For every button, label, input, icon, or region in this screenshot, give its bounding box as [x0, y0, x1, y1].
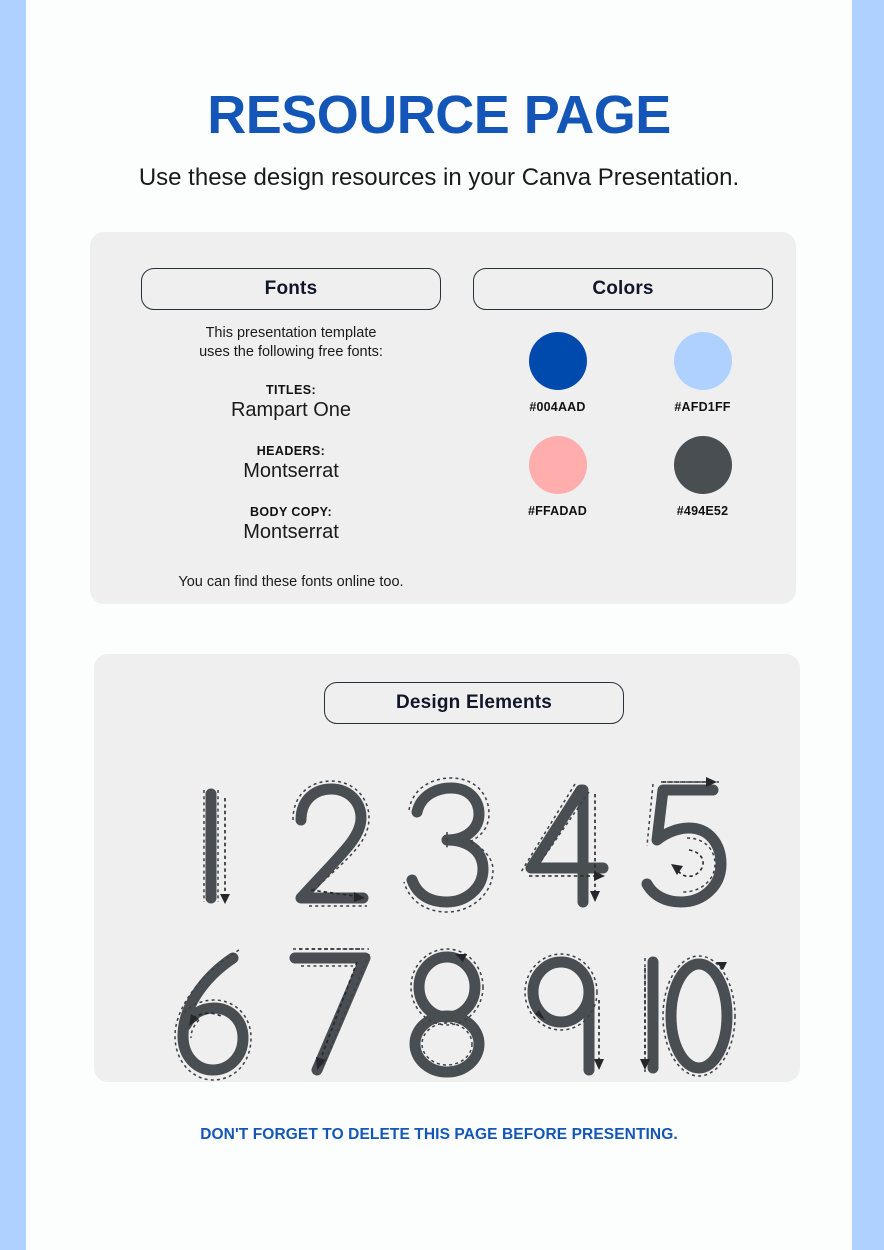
delete-page-reminder: DON'T FORGET TO DELETE THIS PAGE BEFORE … [200, 1126, 678, 1143]
color-swatch-label-3: #FFADAD [527, 504, 588, 518]
color-swatch-cell-4: #494E52 [630, 436, 775, 518]
fonts-intro-line-2: uses the following free fonts: [199, 343, 383, 360]
design-elements-heading-pill: Design Elements [324, 682, 624, 724]
tracing-numbers-row-2 [94, 922, 800, 1090]
color-swatch-label-1: #004AAD [529, 400, 586, 414]
font-value-body-copy: Montserrat [243, 521, 339, 544]
number-10-glyph[interactable] [631, 940, 736, 1090]
color-swatch-circle-1 [528, 332, 587, 390]
color-swatch-grid: #004AAD #AFD1FF #FFADAD #494E52 [485, 332, 775, 518]
color-swatch-label-4: #494E52 [676, 504, 729, 518]
fonts-intro-line-1: This presentation template [205, 325, 377, 341]
fonts-footnote: You can find these fonts online too. [178, 574, 404, 591]
left-edge-band [0, 0, 26, 1250]
number-4-glyph[interactable] [513, 772, 617, 922]
colors-heading-label: Colors [592, 278, 654, 299]
design-elements-heading-label: Design Elements [395, 692, 553, 713]
color-swatch-cell-3: #FFADAD [485, 436, 630, 518]
font-group-titles: TITLES: Rampart One [141, 383, 441, 422]
fonts-content: This presentation template uses the foll… [141, 324, 441, 590]
color-swatch-cell-2: #AFD1FF [630, 332, 775, 414]
fonts-heading-pill: Fonts [141, 268, 441, 310]
tracing-numbers-row-1 [94, 754, 800, 922]
number-7-glyph[interactable] [277, 940, 381, 1090]
tracing-numbers-group [94, 754, 800, 1090]
page-header: RESOURCE PAGE Use these design resources… [26, 88, 852, 193]
color-swatch-label-2: #AFD1FF [674, 400, 731, 414]
colors-heading-pill: Colors [473, 268, 773, 310]
color-swatch-circle-3 [528, 436, 587, 494]
fonts-intro: This presentation template uses the foll… [141, 324, 441, 361]
color-swatch-circle-2 [673, 332, 732, 390]
font-group-headers: HEADERS: Montserrat [141, 444, 441, 483]
font-value-headers: Montserrat [243, 460, 339, 483]
color-swatch-cell-1: #004AAD [485, 332, 630, 414]
number-9-glyph[interactable] [513, 940, 617, 1090]
design-elements-card: Design Elements [94, 654, 800, 1082]
font-label-body-copy: BODY COPY: [249, 505, 333, 520]
font-value-titles: Rampart One [230, 399, 352, 422]
number-5-glyph[interactable] [631, 772, 735, 922]
fonts-and-colors-card: Fonts Colors This presentation template … [90, 232, 796, 604]
number-1-glyph[interactable] [159, 772, 263, 922]
number-6-glyph[interactable] [159, 940, 263, 1090]
font-label-titles: TITLES: [265, 383, 317, 398]
page-title: RESOURCE PAGE [207, 85, 671, 145]
fonts-heading-label: Fonts [264, 278, 318, 299]
number-2-glyph[interactable] [277, 772, 381, 922]
font-label-headers: HEADERS: [256, 444, 326, 459]
number-8-glyph[interactable] [395, 940, 499, 1090]
color-swatch-circle-4 [673, 436, 732, 494]
page-subtitle: Use these design resources in your Canva… [138, 164, 740, 191]
number-3-glyph[interactable] [395, 772, 499, 922]
font-group-body-copy: BODY COPY: Montserrat [141, 505, 441, 544]
right-edge-band [852, 0, 884, 1250]
slide-page: RESOURCE PAGE Use these design resources… [26, 0, 852, 1250]
